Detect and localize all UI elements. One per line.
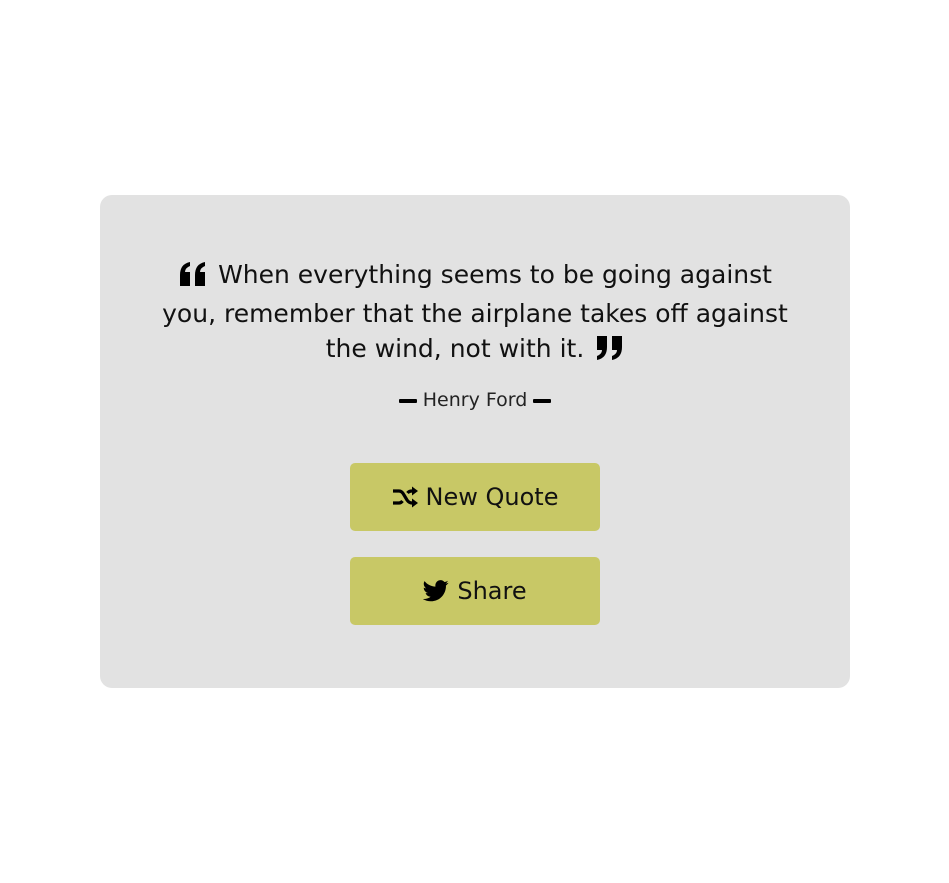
new-quote-label: New Quote: [425, 483, 559, 511]
quote-right-icon: [594, 335, 624, 370]
dash-right: [533, 398, 552, 403]
quote-block: When everything seems to be going agains…: [160, 257, 790, 370]
shuffle-icon: [392, 486, 418, 508]
quote-card: When everything seems to be going agains…: [100, 195, 850, 688]
dash-left: [398, 398, 417, 403]
twitter-icon: [423, 580, 449, 602]
quote-left-icon: [178, 261, 208, 296]
share-label: Share: [457, 577, 527, 605]
author-name: Henry Ford: [422, 389, 528, 411]
author-line: Henry Ford: [100, 388, 850, 412]
quote-text: When everything seems to be going agains…: [162, 260, 788, 363]
share-button[interactable]: Share: [350, 557, 600, 625]
new-quote-button[interactable]: New Quote: [350, 463, 600, 531]
